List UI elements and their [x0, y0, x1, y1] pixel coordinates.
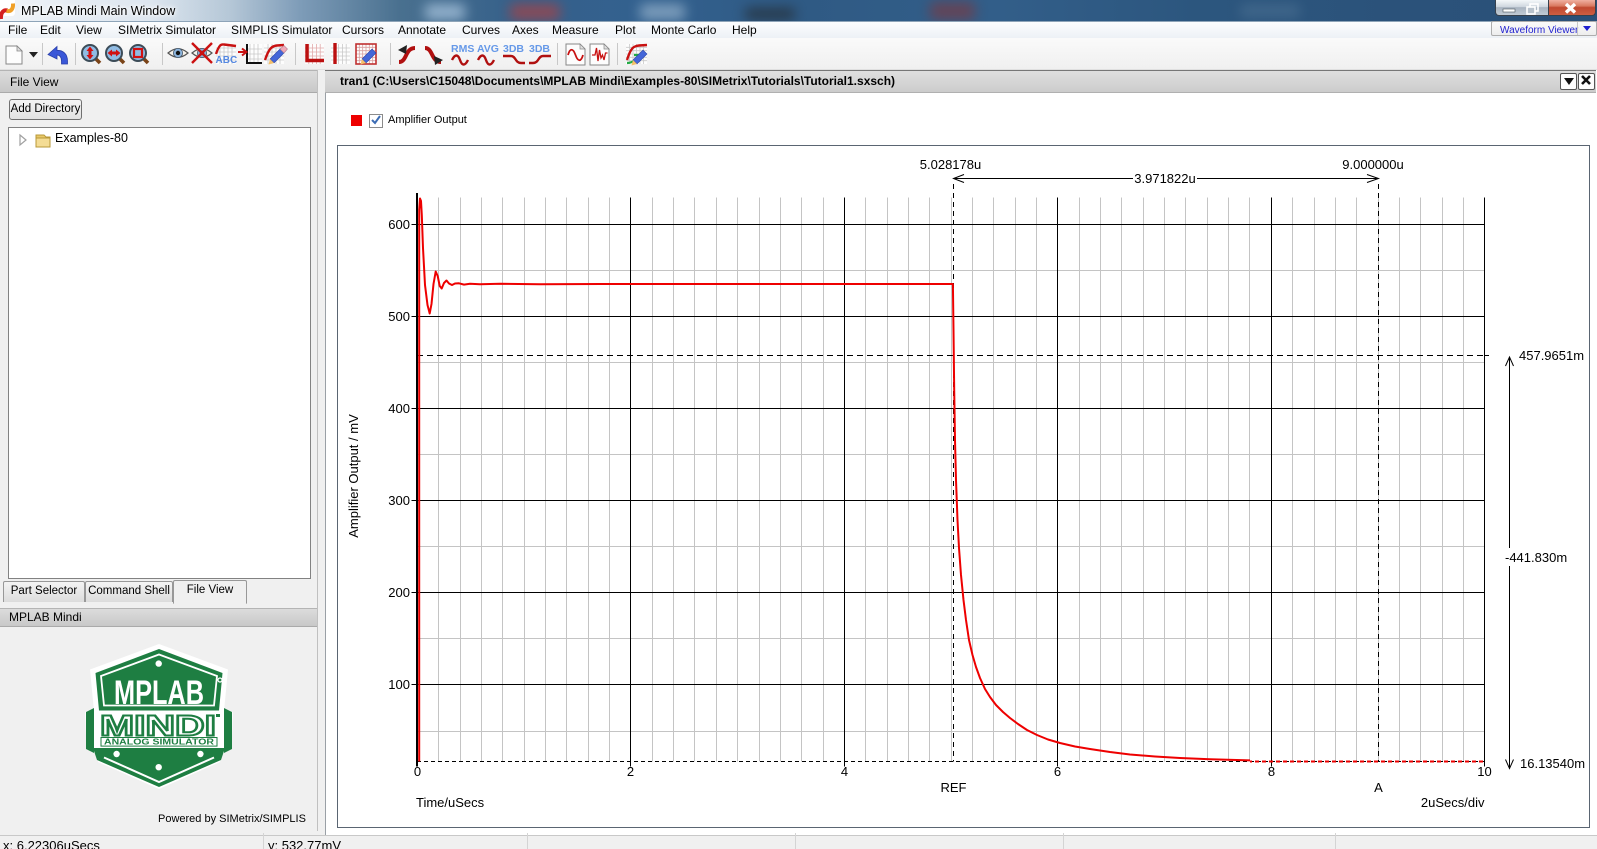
- svg-text:300: 300: [388, 493, 410, 508]
- svg-text:8: 8: [1268, 764, 1275, 779]
- svg-text:400: 400: [388, 401, 410, 416]
- svg-text:2uSecs/div: 2uSecs/div: [1421, 795, 1485, 810]
- svg-text:600: 600: [388, 217, 410, 232]
- svg-text:A: A: [1374, 780, 1383, 795]
- svg-text:5.028178u: 5.028178u: [920, 157, 981, 172]
- svg-text:10: 10: [1477, 764, 1491, 779]
- svg-text:Amplifier Output / mV: Amplifier Output / mV: [346, 414, 361, 538]
- svg-text:6: 6: [1054, 764, 1061, 779]
- svg-text:100: 100: [388, 677, 410, 692]
- svg-text:457.9651m: 457.9651m: [1519, 348, 1584, 363]
- svg-text:2: 2: [627, 764, 634, 779]
- svg-text:500: 500: [388, 309, 410, 324]
- svg-text:-441.830m: -441.830m: [1505, 550, 1567, 565]
- svg-text:0: 0: [414, 764, 421, 779]
- svg-text:200: 200: [388, 585, 410, 600]
- svg-text:9.000000u: 9.000000u: [1342, 157, 1403, 172]
- svg-text:3.971822u: 3.971822u: [1134, 171, 1195, 186]
- svg-text:Time/uSecs: Time/uSecs: [416, 795, 485, 810]
- svg-text:4: 4: [841, 764, 848, 779]
- svg-text:REF: REF: [941, 780, 967, 795]
- svg-text:16.13540m: 16.13540m: [1520, 756, 1585, 771]
